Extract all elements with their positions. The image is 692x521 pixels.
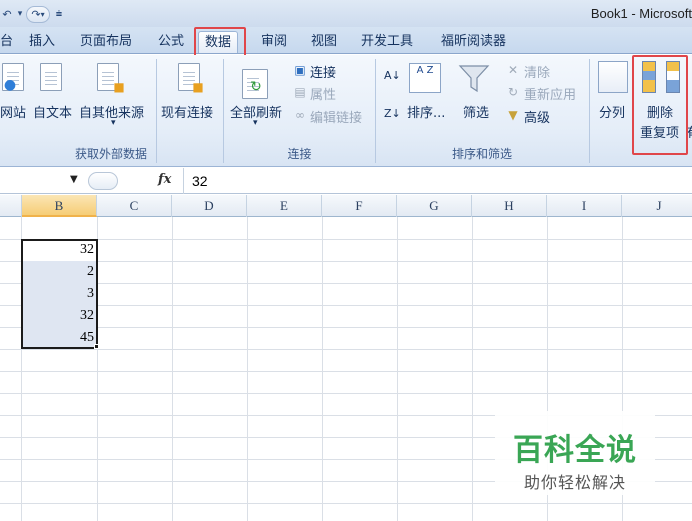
folder-icon: ■ [192,80,204,94]
advanced-filter-icon: ▼ [508,108,518,122]
grid-line [0,283,692,284]
formula-bar: ▼ fx 32 [0,168,692,194]
properties-button[interactable]: 属性 [310,84,336,103]
grid-line [0,261,692,262]
group-label-sort-filter: 排序和筛选 [451,147,512,161]
undo-dropdown-icon[interactable]: ▾ [16,6,24,23]
sort-az-icon: A Z [409,63,441,93]
edit-links-button[interactable]: 编辑链接 [310,107,362,126]
column-header-f[interactable]: F [322,195,397,217]
column-header-i[interactable]: I [547,195,622,217]
grid-line [0,327,692,328]
tab-foxit-reader[interactable]: 福昕阅读器 [441,31,506,53]
formula-input[interactable]: 32 [183,168,692,194]
grid-line [472,217,473,521]
tab-page-layout[interactable]: 页面布局 [80,31,132,53]
ribbon-tabs: 台 插入 页面布局 公式 数据 审阅 视图 开发工具 福昕阅读器 [0,27,692,54]
sort-button[interactable]: 排序... [407,102,445,121]
column-headers: B C D E F G H I J [0,195,692,217]
sort-descending-button[interactable]: Z↓ [384,107,401,120]
properties-icon: ▤ [294,85,306,99]
redo-icon[interactable]: ↷ ▾ [26,5,50,23]
database-icon: ■ [113,80,125,94]
fill-handle[interactable] [94,344,99,349]
reapply-filter-button[interactable]: 重新应用 [524,84,576,103]
tab-developer[interactable]: 开发工具 [361,31,413,53]
grid-line [0,393,692,394]
refresh-arrows-icon: ↻ [250,79,262,95]
insert-function-icon[interactable]: fx [158,172,171,187]
ribbon: ● ■ ■ 网站 自文本 自其他来源 ▾ 现有连接 获取外部数据 ↻ 全部刷新 … [0,55,692,167]
clear-filter-icon: ✕ [507,63,519,77]
connections-button[interactable]: 连接 [310,62,336,81]
from-text-icon [40,63,62,91]
formula-bar-expand-control[interactable] [88,172,118,190]
connections-icon: ▣ [294,63,306,77]
refresh-all-dropdown-icon[interactable]: ▾ [253,118,258,128]
group-separator [589,59,590,163]
existing-connections-button[interactable]: 现有连接 [161,102,213,121]
from-other-dropdown-icon[interactable]: ▾ [111,118,116,128]
grid-line [0,239,692,240]
tab-view[interactable]: 视图 [311,31,337,53]
column-header-g[interactable]: G [397,195,472,217]
row-header-corner[interactable] [0,195,22,217]
text-to-columns-button[interactable]: 分列 [599,102,625,121]
from-web-button[interactable]: 网站 [0,102,26,121]
data-tab-highlight-box [194,27,246,58]
grid-line [322,217,323,521]
watermark: 百科全说 助你轻松解决 [495,411,655,495]
grid-line [0,371,692,372]
remove-duplicates-highlight-box [632,55,688,155]
tab-start-partial[interactable]: 台 [0,31,13,53]
filter-funnel-icon [458,65,490,93]
globe-icon: ● [3,77,17,93]
column-header-e[interactable]: E [247,195,322,217]
undo-icon[interactable]: ↶ [0,6,14,23]
watermark-title: 百科全说 [513,433,637,468]
tab-formulas[interactable]: 公式 [158,31,184,53]
title-bar: ↶ ▾ ↷ ▾ ⩧ Book1 - Microsoft [0,0,692,27]
clear-filter-button[interactable]: 清除 [524,62,550,81]
redo-glyph: ↷ [31,7,41,21]
customize-qat-icon[interactable]: ⩧ [52,6,66,23]
quick-access-toolbar: ↶ ▾ ↷ ▾ ⩧ [0,5,66,23]
tab-review[interactable]: 审阅 [261,31,287,53]
grid-line [247,217,248,521]
grid-line [397,217,398,521]
column-header-h[interactable]: H [472,195,547,217]
advanced-filter-button[interactable]: 高级 [524,107,550,126]
grid-line [0,349,692,350]
grid-line [0,305,692,306]
from-text-button[interactable]: 自文本 [33,102,72,121]
reapply-filter-icon: ↻ [507,85,519,99]
sort-ascending-button[interactable]: A↓ [384,69,401,82]
watermark-subtitle: 助你轻松解决 [523,473,626,492]
column-header-j[interactable]: J [622,195,692,217]
group-label-external-data: 获取外部数据 [74,147,147,161]
grid-line [172,217,173,521]
column-header-d[interactable]: D [172,195,247,217]
group-label-connections: 连接 [287,147,312,161]
column-header-c[interactable]: C [97,195,172,217]
name-box-dropdown-icon[interactable]: ▼ [70,174,78,185]
grid-line [0,503,692,504]
tab-insert[interactable]: 插入 [29,31,55,53]
text-to-columns-icon [598,61,628,93]
column-header-b[interactable]: B [22,195,97,217]
edit-links-icon: ∞ [295,108,305,122]
selection-range-border [21,239,98,349]
redo-dropdown-icon: ▾ [40,9,45,19]
window-title: Book1 - Microsoft [590,6,692,21]
filter-button[interactable]: 筛选 [463,102,489,121]
